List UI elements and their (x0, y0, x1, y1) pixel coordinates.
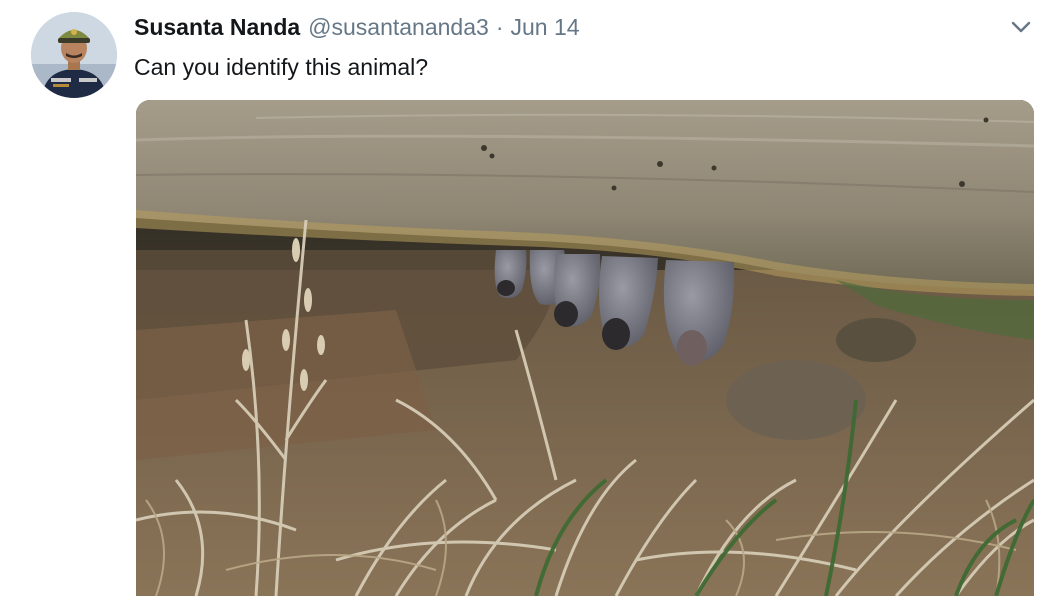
tweet-menu-button[interactable] (1008, 17, 1034, 37)
tweet-text: Can you identify this animal? (134, 54, 429, 80)
tweet-date[interactable]: Jun 14 (510, 12, 579, 42)
tweet-header: Susanta Nanda @susantananda3 · Jun 14 (134, 12, 580, 42)
author-handle[interactable]: @susantananda3 (308, 12, 489, 42)
avatar-photo (31, 12, 117, 98)
separator-dot: · (495, 14, 504, 40)
avatar[interactable] (31, 12, 117, 98)
chevron-down-icon (1011, 21, 1031, 33)
photo-fungus-under-log (136, 100, 1034, 596)
author-name[interactable]: Susanta Nanda (134, 12, 300, 42)
tweet-photo[interactable] (136, 100, 1034, 596)
tweet[interactable]: Susanta Nanda @susantananda3 · Jun 14 Ca… (0, 0, 1060, 596)
